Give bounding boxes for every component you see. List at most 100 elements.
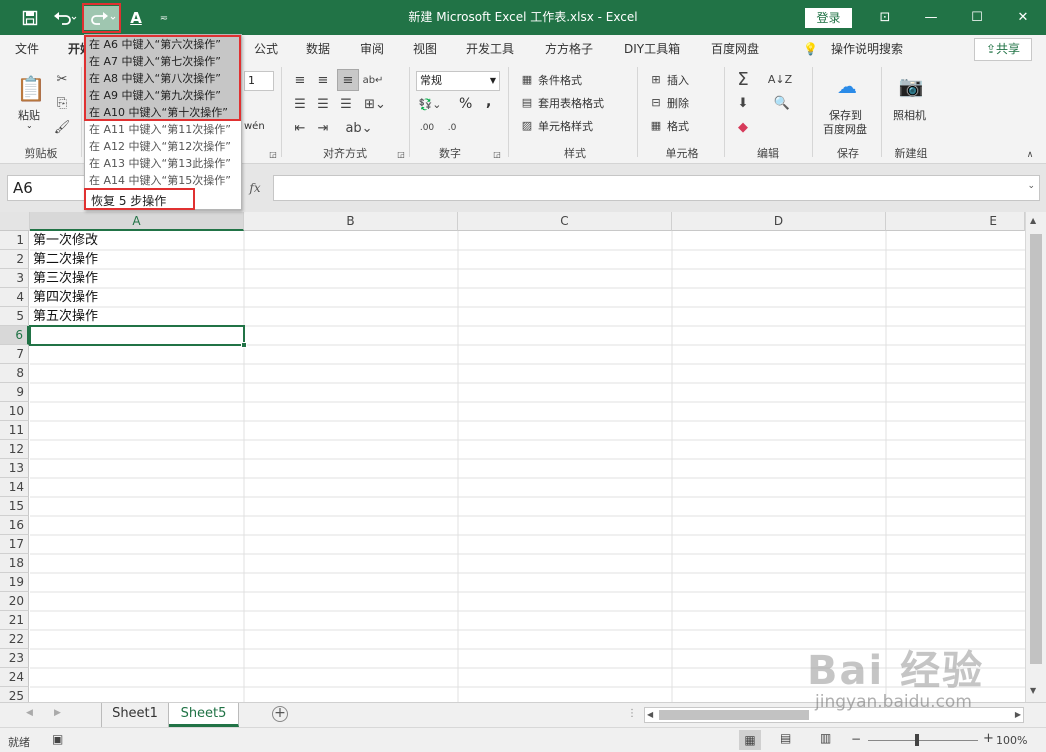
align-center-icon[interactable]: ☰ xyxy=(314,95,332,113)
redo-item-4[interactable]: 在 A9 中键入“第九次操作” xyxy=(86,87,240,104)
row-header-10[interactable]: 10 xyxy=(0,402,29,421)
cell-styles-label[interactable]: 单元格样式 xyxy=(538,118,593,134)
horizontal-scrollbar[interactable]: ◀ ▶ xyxy=(644,707,1024,723)
clear-icon[interactable]: ◆ xyxy=(733,117,753,137)
increase-indent-icon[interactable]: ⇥ xyxy=(314,119,332,137)
row-header-1[interactable]: 1 xyxy=(0,231,29,250)
zoom-out-icon[interactable]: − xyxy=(851,732,861,746)
redo-item-5[interactable]: 在 A10 中键入“第十次操作” xyxy=(86,104,240,121)
macro-record-icon[interactable]: ▣ xyxy=(52,732,63,746)
row-header-2[interactable]: 2 xyxy=(0,250,29,269)
tab-fangfang[interactable]: 方方格子 xyxy=(545,35,593,63)
orientation-icon[interactable]: ab⌄ xyxy=(344,119,374,137)
chevron-down-icon[interactable]: ⌄ xyxy=(1027,181,1035,191)
sheet-tab-sheet1[interactable]: Sheet1 xyxy=(101,703,169,727)
sheet-tab-sheet5[interactable]: Sheet5 xyxy=(169,703,239,727)
row-header-6[interactable]: 6 xyxy=(0,326,29,345)
collapse-ribbon-icon[interactable]: ∧ xyxy=(1024,149,1036,161)
next-sheet-icon[interactable]: ▶ xyxy=(54,708,61,718)
baidu-netdisk-label[interactable]: 百度网盘 xyxy=(823,121,867,137)
row-header-4[interactable]: 4 xyxy=(0,288,29,307)
select-all-corner[interactable] xyxy=(0,212,30,231)
tab-data[interactable]: 数据 xyxy=(306,35,330,63)
undo-icon[interactable] xyxy=(50,6,80,30)
font-color-icon[interactable]: A xyxy=(126,6,146,30)
increase-decimal-icon[interactable]: .00 xyxy=(417,119,437,137)
phonetic-label[interactable]: wén xyxy=(244,121,265,132)
redo-item-8[interactable]: 在 A13 中键入“第13此操作” xyxy=(86,155,240,172)
zoom-in-icon[interactable]: + xyxy=(983,731,994,746)
redo-item-3[interactable]: 在 A8 中键入“第八次操作” xyxy=(86,70,240,87)
ribbon-display-icon[interactable]: ⊡ xyxy=(862,0,908,35)
row-header-24[interactable]: 24 xyxy=(0,668,29,687)
scroll-left-icon[interactable]: ◀ xyxy=(647,710,653,719)
wrap-text-icon[interactable]: ab↵ xyxy=(363,71,384,89)
insert-label[interactable]: 插入 xyxy=(667,72,689,88)
cell-a2[interactable]: 第二次操作 xyxy=(30,250,244,269)
format-table-icon[interactable]: ▤ xyxy=(519,94,535,110)
column-header-b[interactable]: B xyxy=(244,212,458,231)
redo-item-2[interactable]: 在 A7 中键入“第七次操作” xyxy=(86,53,240,70)
merge-center-icon[interactable]: ⊞⌄ xyxy=(362,95,388,113)
baidu-netdisk-icon[interactable]: ☁ xyxy=(832,73,862,99)
row-header-22[interactable]: 22 xyxy=(0,630,29,649)
conditional-format-icon[interactable]: ▦ xyxy=(519,71,535,87)
share-button[interactable]: ⇪共享 xyxy=(974,38,1032,61)
column-header-a[interactable]: A xyxy=(30,212,244,231)
row-header-19[interactable]: 19 xyxy=(0,573,29,592)
maximize-icon[interactable]: ☐ xyxy=(954,0,1000,35)
formula-input[interactable]: ⌄ xyxy=(273,175,1040,201)
align-right-icon[interactable]: ☰ xyxy=(337,95,355,113)
column-header-c[interactable]: C xyxy=(458,212,672,231)
cell-styles-icon[interactable]: ▨ xyxy=(519,117,535,133)
format-label[interactable]: 格式 xyxy=(667,118,689,134)
minimize-icon[interactable]: — xyxy=(908,0,954,35)
row-header-13[interactable]: 13 xyxy=(0,459,29,478)
scrollbar-thumb[interactable] xyxy=(1030,234,1042,664)
number-format-select[interactable]: 常规 ▼ xyxy=(416,71,500,91)
sort-filter-icon[interactable]: A↓Z xyxy=(768,69,792,89)
zoom-slider-thumb[interactable] xyxy=(915,734,919,746)
align-top-icon[interactable]: ≡ xyxy=(291,71,309,89)
decrease-decimal-icon[interactable]: .0 xyxy=(442,119,462,137)
camera-label[interactable]: 照相机 xyxy=(893,107,926,123)
copy-icon[interactable]: ⎘ xyxy=(54,95,70,111)
format-painter-icon[interactable]: 🖌 xyxy=(54,119,71,135)
redo-button[interactable] xyxy=(84,6,120,30)
prev-sheet-icon[interactable]: ◀ xyxy=(26,708,33,718)
insert-cells-icon[interactable]: ⊞ xyxy=(648,71,664,87)
tell-me-search[interactable]: 操作说明搜索 xyxy=(831,35,903,63)
insert-function-button[interactable]: fx xyxy=(242,175,268,201)
normal-view-icon[interactable]: ▦ xyxy=(739,730,761,750)
currency-icon[interactable]: 💱⌄ xyxy=(417,95,443,113)
customize-qat-icon[interactable]: ≂ xyxy=(156,6,172,30)
delete-label[interactable]: 删除 xyxy=(667,95,689,111)
column-header-d[interactable]: D xyxy=(672,212,886,231)
zoom-level[interactable]: 100% xyxy=(996,734,1027,747)
row-header-14[interactable]: 14 xyxy=(0,478,29,497)
row-header-5[interactable]: 5 xyxy=(0,307,29,326)
font-launcher-icon[interactable]: ◲ xyxy=(268,149,278,159)
format-cells-icon[interactable]: ▦ xyxy=(648,117,664,133)
row-header-15[interactable]: 15 xyxy=(0,497,29,516)
fill-icon[interactable]: ⬇ xyxy=(733,93,753,113)
percent-icon[interactable]: % xyxy=(459,96,472,112)
alignment-launcher-icon[interactable]: ◲ xyxy=(396,149,406,159)
cell-a3[interactable]: 第三次操作 xyxy=(30,269,244,288)
delete-cells-icon[interactable]: ⊟ xyxy=(648,94,664,110)
row-header-12[interactable]: 12 xyxy=(0,440,29,459)
paste-icon[interactable]: 📋 xyxy=(14,71,48,107)
row-header-21[interactable]: 21 xyxy=(0,611,29,630)
comma-icon[interactable]: , xyxy=(486,94,491,110)
close-icon[interactable]: ✕ xyxy=(1000,0,1046,35)
vertical-scrollbar[interactable]: ▲ ▼ xyxy=(1025,212,1046,702)
add-sheet-icon[interactable]: + xyxy=(272,706,288,722)
save-icon[interactable] xyxy=(18,6,42,30)
row-header-18[interactable]: 18 xyxy=(0,554,29,573)
number-launcher-icon[interactable]: ◲ xyxy=(492,149,502,159)
active-cell-a6[interactable] xyxy=(29,325,245,346)
tab-diy[interactable]: DIY工具箱 xyxy=(624,35,680,63)
row-header-8[interactable]: 8 xyxy=(0,364,29,383)
row-header-16[interactable]: 16 xyxy=(0,516,29,535)
conditional-format-label[interactable]: 条件格式 xyxy=(538,72,582,88)
